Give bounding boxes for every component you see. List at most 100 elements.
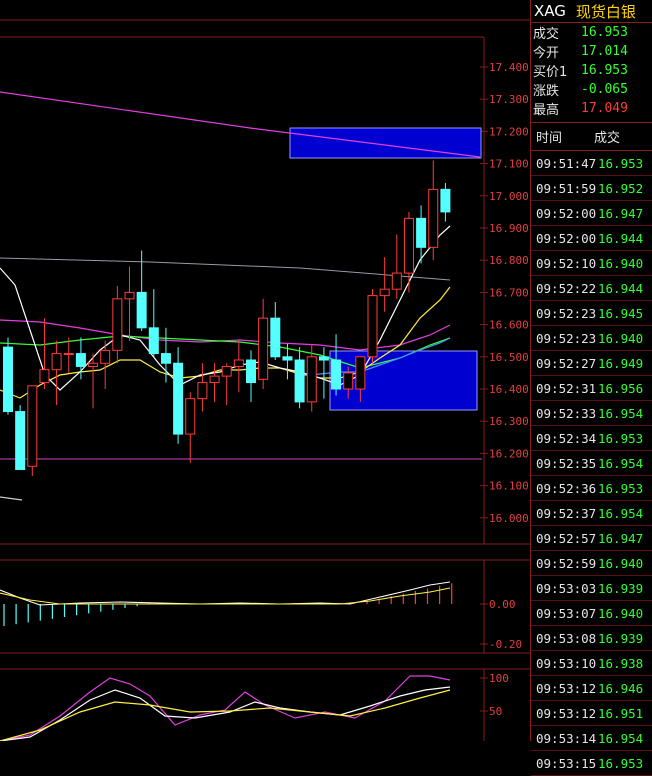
candle-body-up	[343, 372, 354, 390]
quote-row-bid: 买价1 16.953	[531, 61, 652, 80]
trade-time: 09:52:36	[536, 480, 597, 496]
trade-time: 09:52:37	[536, 505, 597, 521]
candle-body-up	[124, 291, 135, 300]
macd-tick-label: -0.20	[489, 638, 522, 651]
trades-header-time: 时间	[536, 131, 563, 146]
price-tick-label: 16.600	[489, 319, 529, 332]
price-tick-label: 16.500	[489, 351, 529, 364]
trade-time: 09:52:34	[536, 430, 597, 446]
trade-price: 16.949	[598, 355, 644, 371]
candle-body-up	[306, 356, 317, 403]
price-tick-label: 16.800	[489, 254, 529, 267]
trade-price: 16.952	[598, 180, 644, 196]
chart-area[interactable]: 17.400 17.300 17.200 17.100 17.000 16.900 16.8…	[0, 0, 530, 741]
quote-row-open: 今开 17.014	[531, 42, 652, 61]
quote-list: 成交 16.953 今开 17.014 买价1 16.953 涨跌 -0.065…	[531, 23, 652, 118]
trend-line-grey	[0, 257, 451, 281]
trade-time: 09:53:07	[536, 605, 597, 621]
trade-price: 16.939	[598, 580, 644, 596]
price-tick-label: 17.100	[489, 158, 529, 171]
trade-price: 16.947	[598, 530, 644, 546]
candle-body-down	[136, 291, 147, 329]
candle-body-up	[367, 295, 378, 358]
quote-row-last: 成交 16.953	[531, 23, 652, 42]
quote-label: 涨跌	[533, 84, 560, 99]
trade-row: 09:52:34 16.953	[531, 426, 652, 451]
trade-price: 16.944	[598, 230, 644, 246]
trade-price: 16.953	[598, 430, 644, 446]
trade-time: 09:52:57	[536, 530, 597, 546]
candle-body-up	[88, 362, 99, 367]
candle-body-up	[355, 356, 366, 390]
trade-price: 16.954	[598, 505, 644, 521]
quote-value: 16.953	[581, 25, 628, 40]
candle-body-up	[233, 359, 244, 367]
candle-body-down	[282, 356, 293, 361]
candle-body-up	[112, 298, 123, 351]
quote-panel: XAG 现货白银 成交 16.953 今开 17.014 买价1 16.953 …	[530, 0, 652, 776]
quote-value: 17.049	[581, 101, 628, 116]
trade-row: 09:53:12 16.951	[531, 701, 652, 726]
trades-header-price: 成交	[594, 131, 621, 146]
macd-histogram	[3, 583, 453, 626]
price-tick-label: 16.000	[489, 512, 529, 525]
trade-row: 09:52:23 16.945	[531, 301, 652, 326]
macd-tick-label: 0.00	[489, 598, 516, 611]
candle-body-down	[416, 217, 427, 248]
candle-body-up	[258, 317, 269, 380]
ma-line-grey-low	[0, 496, 23, 501]
quote-label: 成交	[533, 27, 560, 42]
price-tick-label: 17.000	[489, 190, 529, 203]
instrument-name: 现货白银	[575, 2, 636, 21]
trade-price: 16.938	[598, 655, 644, 671]
trade-time: 09:53:14	[536, 730, 597, 746]
candle-body-up	[209, 375, 220, 384]
candle-body-down	[331, 359, 342, 390]
trade-row: 09:52:23 16.940	[531, 326, 652, 351]
trade-price: 16.940	[598, 330, 644, 346]
trade-time: 09:52:22	[536, 280, 597, 296]
price-tick-label: 17.200	[489, 125, 529, 138]
candle-body-down	[148, 327, 159, 355]
trade-price: 16.953	[598, 480, 644, 496]
trade-price: 16.954	[598, 730, 644, 746]
quote-label: 买价1	[533, 65, 568, 80]
trade-price: 16.953	[598, 155, 644, 171]
kdj-tick-label: 50	[489, 705, 502, 718]
trade-price: 16.945	[598, 305, 644, 321]
candle-body-up	[185, 398, 196, 435]
price-tick-label: 16.900	[489, 222, 529, 235]
trade-row: 09:52:37 16.954	[531, 501, 652, 526]
candle-body-up	[39, 369, 50, 384]
instrument-symbol: XAG	[534, 2, 566, 20]
candle-body-down	[15, 411, 26, 471]
trade-price: 16.940	[598, 255, 644, 271]
quote-row-high: 最高 17.049	[531, 99, 652, 118]
candle-body-down	[440, 188, 451, 213]
candle-body-up	[197, 382, 208, 400]
price-tick-label: 16.400	[489, 383, 529, 396]
trade-time: 09:53:12	[536, 680, 597, 696]
trade-time: 09:52:23	[536, 330, 597, 346]
trade-time: 09:53:10	[536, 655, 597, 671]
candle-body-down	[270, 317, 281, 358]
trade-row: 09:53:14 16.954	[531, 726, 652, 751]
candle-body-up	[27, 385, 38, 467]
trade-row: 09:53:07 16.940	[531, 601, 652, 626]
candle-body-up	[428, 188, 439, 248]
price-tick-label: 16.700	[489, 286, 529, 299]
trade-time: 09:52:10	[536, 255, 597, 271]
price-tick-label: 16.200	[489, 447, 529, 460]
price-tick-label: 17.400	[489, 61, 529, 74]
quote-label: 今开	[533, 46, 560, 61]
candle-body-up	[51, 353, 62, 371]
candle-body-down	[294, 359, 305, 403]
trade-time: 09:53:15	[536, 755, 597, 771]
trade-time: 09:51:59	[536, 180, 597, 196]
trades-list[interactable]: 09:51:47 16.953 09:51:59 16.952 09:52:00 16.9…	[531, 151, 652, 776]
trade-price: 16.953	[598, 755, 644, 771]
trade-row: 09:53:10 16.938	[531, 651, 652, 676]
quote-row-change: 涨跌 -0.065	[531, 80, 652, 99]
trade-price: 16.956	[598, 380, 644, 396]
candle-body-down	[246, 359, 256, 384]
